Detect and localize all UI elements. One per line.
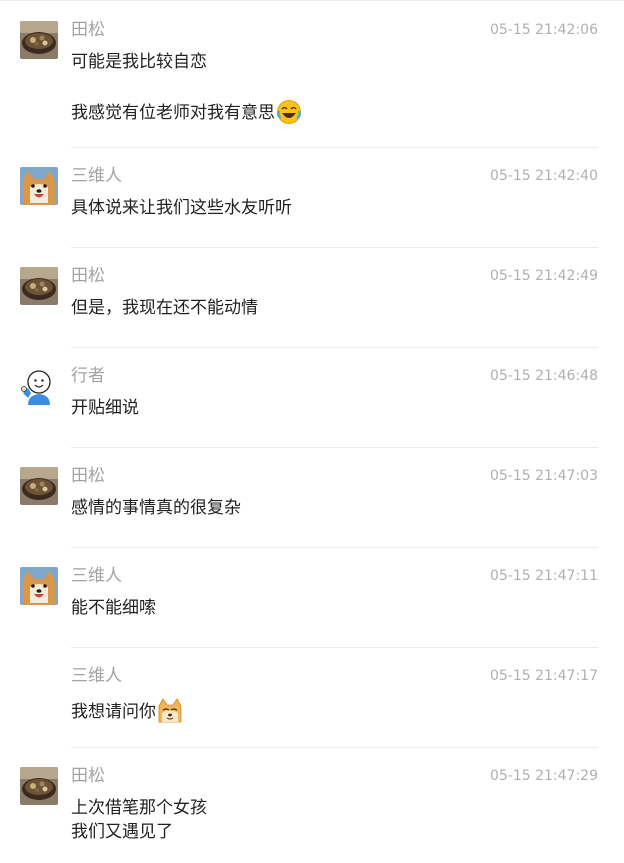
doge-emoji	[157, 698, 183, 724]
message-text-with-emoji: 我感觉有位老师对我有意思	[71, 99, 302, 125]
timestamp: 05-15 21:47:17	[489, 668, 598, 684]
message-text: 上次借笔那个女孩	[71, 798, 207, 818]
author-name[interactable]: 田松	[71, 264, 105, 288]
rolling-laugh-emoji	[276, 99, 302, 125]
message-text: 我感觉有位老师对我有意思	[71, 103, 275, 123]
author-name[interactable]: 行者	[71, 364, 105, 388]
timestamp: 05-15 21:47:11	[489, 568, 598, 584]
author-name[interactable]: 三维人	[71, 564, 122, 588]
divider	[71, 247, 598, 248]
divider	[71, 347, 598, 348]
message-text: 可能是我比较自恋	[71, 52, 207, 72]
timestamp: 05-15 21:47:29	[489, 768, 598, 784]
avatar[interactable]	[20, 567, 58, 605]
message-text: 但是，我现在还不能动情	[71, 298, 258, 318]
avatar[interactable]	[20, 467, 58, 505]
message-text: 感情的事情真的很复杂	[71, 498, 241, 518]
top-divider	[0, 0, 624, 1]
avatar[interactable]	[20, 367, 58, 405]
divider	[71, 147, 598, 148]
author-name[interactable]: 田松	[71, 764, 105, 788]
timestamp: 05-15 21:42:40	[489, 168, 598, 184]
avatar[interactable]	[20, 267, 58, 305]
author-name[interactable]: 三维人	[71, 664, 122, 688]
message-text: 开贴细说	[71, 398, 139, 418]
author-name[interactable]: 三维人	[71, 164, 122, 188]
avatar[interactable]	[20, 167, 58, 205]
message-text: 我想请问你	[71, 702, 156, 722]
timestamp: 05-15 21:47:03	[489, 468, 598, 484]
divider	[71, 547, 598, 548]
message-text: 具体说来让我们这些水友听听	[71, 198, 292, 218]
divider	[71, 647, 598, 648]
divider	[71, 447, 598, 448]
divider	[71, 747, 598, 748]
author-name[interactable]: 田松	[71, 464, 105, 488]
message-text: 能不能细嗦	[71, 598, 156, 618]
avatar[interactable]	[20, 21, 58, 59]
author-name[interactable]: 田松	[71, 18, 105, 42]
message-text-with-emoji: 我想请问你	[71, 698, 183, 724]
avatar[interactable]	[20, 767, 58, 805]
message-text: 我们又遇见了	[71, 822, 173, 842]
timestamp: 05-15 21:42:06	[489, 22, 598, 38]
timestamp: 05-15 21:46:48	[489, 368, 598, 384]
timestamp: 05-15 21:42:49	[489, 268, 598, 284]
